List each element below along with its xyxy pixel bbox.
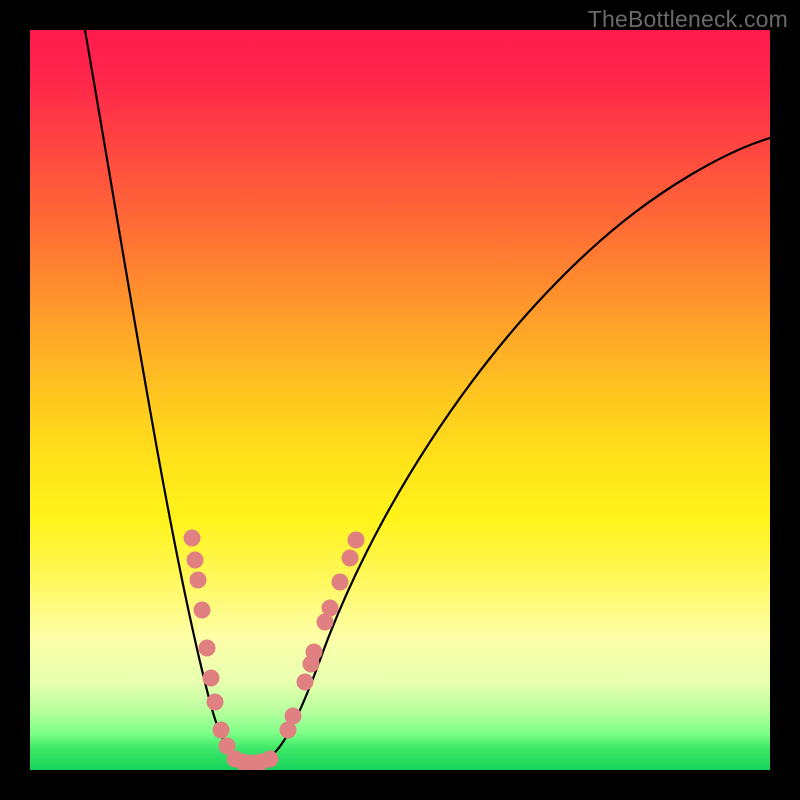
- dot-bottom-4: [262, 751, 279, 768]
- chart-svg: [30, 30, 770, 770]
- watermark-text: TheBottleneck.com: [588, 6, 788, 33]
- chart-frame: TheBottleneck.com: [0, 0, 800, 800]
- dot-left-0: [184, 530, 201, 547]
- curve-group: [85, 30, 770, 762]
- curve-left-branch: [85, 30, 240, 758]
- dot-right-7: [332, 574, 349, 591]
- dot-right-8: [342, 550, 359, 567]
- dot-left-3: [194, 602, 211, 619]
- dot-right-2: [297, 674, 314, 691]
- dot-left-2: [190, 572, 207, 589]
- dot-left-7: [213, 722, 230, 739]
- dot-right-1: [285, 708, 302, 725]
- dot-left-1: [187, 552, 204, 569]
- dot-left-4: [199, 640, 216, 657]
- dot-right-4: [306, 644, 323, 661]
- dot-right-9: [348, 532, 365, 549]
- plot-area: [30, 30, 770, 770]
- curve-right-branch: [268, 138, 770, 758]
- dot-left-5: [203, 670, 220, 687]
- dot-right-6: [322, 600, 339, 617]
- dot-left-6: [207, 694, 224, 711]
- dots-group: [184, 530, 365, 771]
